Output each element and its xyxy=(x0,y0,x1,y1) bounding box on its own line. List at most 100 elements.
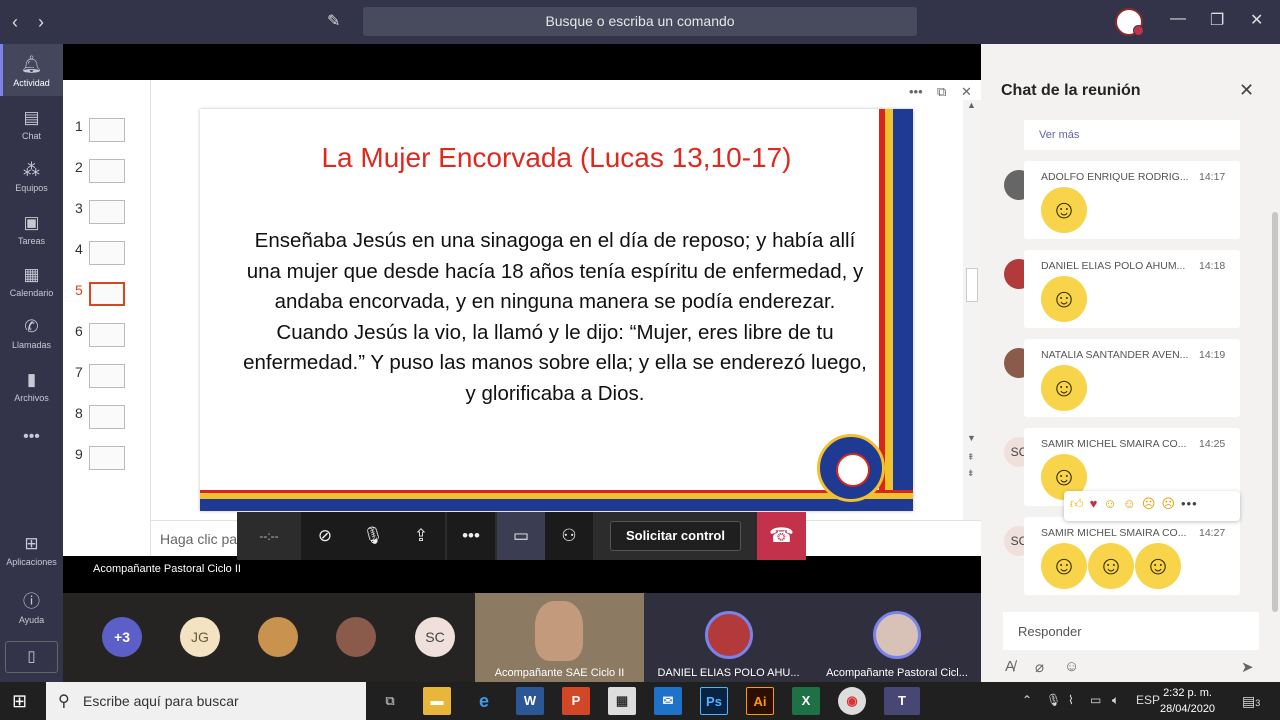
rail-item-assignments[interactable]: ▣ Tareas xyxy=(0,213,63,246)
windows-start-icon[interactable]: ⊞ xyxy=(12,691,27,712)
heart-icon[interactable]: ♥ xyxy=(1090,496,1104,511)
microphone-tray-icon[interactable]: 🎙︎ xyxy=(1046,693,1061,707)
device-icon[interactable]: ▯ xyxy=(5,641,58,673)
participant-avatar[interactable]: SC xyxy=(415,617,455,657)
mail-icon[interactable]: ✉ xyxy=(654,687,682,715)
participants-strip: +3 JG SC Acompañante SAE Ciclo II DANIEL… xyxy=(63,593,981,682)
next-slide-icon[interactable]: ⇟ xyxy=(967,468,975,479)
task-view-icon[interactable]: ⧉ xyxy=(376,687,404,715)
rail-item-teams[interactable]: ⁂ Equipos xyxy=(0,160,63,193)
laugh-icon[interactable]: ☺ xyxy=(1103,496,1122,511)
more-options-icon[interactable]: ••• xyxy=(909,84,923,99)
hang-up-icon[interactable]: ☎︎ xyxy=(757,512,806,560)
participant-avatar[interactable] xyxy=(258,617,298,657)
wifi-icon[interactable]: ⌇ xyxy=(1068,693,1074,707)
slide-thumb-8[interactable]: 8 xyxy=(73,405,143,435)
scroll-up-icon[interactable]: ▲ xyxy=(967,100,976,110)
participant-video-tile[interactable]: Acompañante SAE Ciclo II xyxy=(475,593,644,682)
rail-item-activity[interactable]: 🔔︎ Actividad xyxy=(0,44,63,96)
close-chat-icon[interactable]: ✕ xyxy=(1239,80,1254,101)
word-icon[interactable]: W xyxy=(516,687,544,715)
more-actions-icon[interactable]: ••• xyxy=(447,512,495,560)
command-search-box[interactable]: Busque o escriba un comando xyxy=(363,7,917,36)
edge-icon[interactable]: e xyxy=(470,687,498,715)
chat-message[interactable]: ADOLFO ENRIQUE RODRIG... 14:17 ☺ xyxy=(1024,161,1240,239)
rail-item-calendar[interactable]: ▦ Calendario xyxy=(0,265,63,298)
taskbar-search[interactable]: ⚲ Escribe aquí para buscar xyxy=(46,682,366,720)
participant-avatar[interactable] xyxy=(336,617,376,657)
show-chat-icon[interactable]: ▭ xyxy=(497,512,545,560)
scroll-down-icon[interactable]: ▼ xyxy=(967,433,976,443)
format-icon[interactable]: A̸ xyxy=(1005,658,1015,675)
chrome-icon[interactable]: ◉ xyxy=(838,687,866,715)
chat-scrollbar[interactable] xyxy=(1272,212,1278,612)
forward-arrow-icon[interactable]: › xyxy=(38,12,44,33)
rail-item-files[interactable]: ▮ Archivos xyxy=(0,370,63,403)
illustrator-icon[interactable]: Ai xyxy=(746,687,774,715)
sad-icon[interactable]: ☹ xyxy=(1142,496,1162,511)
participant-tile[interactable]: Acompañante Pastoral Cicl... xyxy=(813,593,981,682)
popout-icon[interactable]: ⧉ xyxy=(937,84,946,100)
share-screen-icon[interactable]: ⇪ xyxy=(397,512,445,560)
emoji-icon[interactable]: ☺ xyxy=(1064,658,1079,675)
chat-message[interactable]: NATALIA SANTANDER AVEN... 14:19 ☺ xyxy=(1024,339,1240,417)
close-window-icon[interactable]: ✕ xyxy=(1250,10,1263,30)
prev-slide-icon[interactable]: ⇞ xyxy=(967,452,975,463)
mic-muted-icon[interactable]: 🎙︎ xyxy=(349,512,397,560)
smiley-emoji-icon: ☺ xyxy=(1041,276,1087,322)
show-participants-icon[interactable]: ⚇ xyxy=(545,512,593,560)
back-arrow-icon[interactable]: ‹ xyxy=(12,12,18,33)
new-chat-compose-icon[interactable]: ✎ xyxy=(327,11,340,31)
maximize-icon[interactable]: ❐ xyxy=(1210,10,1224,30)
slide-thumb-3[interactable]: 3 xyxy=(73,200,143,230)
network-icon[interactable]: ▭ xyxy=(1090,693,1101,707)
system-clock[interactable]: 2:32 p. m. 28/04/2020 xyxy=(1160,685,1215,717)
request-control-button[interactable]: Solicitar control xyxy=(610,521,741,551)
rail-item-calls[interactable]: ✆ Llamadas xyxy=(0,317,63,350)
store-icon[interactable]: ▦ xyxy=(608,687,636,715)
see-more-link[interactable]: Ver más xyxy=(1024,120,1240,150)
photoshop-icon[interactable]: Ps xyxy=(700,687,728,715)
slide-thumb-7[interactable]: 7 xyxy=(73,364,143,394)
rail-item-chat[interactable]: ▤ Chat xyxy=(0,108,63,141)
slide-thumb-2[interactable]: 2 xyxy=(73,159,143,189)
close-presentation-icon[interactable]: ✕ xyxy=(961,84,972,100)
participant-avatar[interactable]: JG xyxy=(180,617,220,657)
teams-taskbar-icon[interactable]: T xyxy=(884,687,920,715)
angry-icon[interactable]: ☹ xyxy=(1161,496,1181,511)
slide-thumb-4[interactable]: 4 xyxy=(73,241,143,271)
rail-item-help[interactable]: ⓘ Ayuda xyxy=(0,587,63,625)
more-apps-ellipsis-icon[interactable]: ••• xyxy=(0,428,63,446)
slide-thumb-9[interactable]: 9 xyxy=(73,446,143,476)
excel-icon[interactable]: X xyxy=(792,687,820,715)
more-participants-badge[interactable]: +3 xyxy=(102,617,142,657)
scroll-thumb[interactable] xyxy=(966,268,978,302)
school-seal-logo xyxy=(817,434,885,502)
file-explorer-icon[interactable]: ▬ xyxy=(423,687,451,715)
chat-message[interactable]: SAMIR MICHEL SMAIRA CO... 14:27 ☺ ☺ ☺ xyxy=(1024,517,1240,595)
participant-avatar xyxy=(873,611,921,659)
attach-icon[interactable]: ⌀ xyxy=(1035,658,1044,676)
surprised-icon[interactable]: ☺ xyxy=(1123,496,1142,511)
rail-item-apps[interactable]: ⊞ Aplicaciones xyxy=(0,534,63,567)
participant-tile[interactable]: DANIEL ELIAS POLO AHU... xyxy=(644,593,813,682)
slide-thumb-1[interactable]: 1 xyxy=(73,118,143,148)
help-icon: ⓘ xyxy=(23,592,40,611)
minimize-icon[interactable]: — xyxy=(1170,10,1186,28)
notifications-icon[interactable]: ▤3 xyxy=(1242,693,1260,710)
current-slide: La Mujer Encorvada (Lucas 13,10-17) Ense… xyxy=(200,109,913,511)
send-icon[interactable]: ➤ xyxy=(1241,658,1254,676)
slide-thumb-5[interactable]: 5 xyxy=(73,282,143,312)
slide-thumb-6[interactable]: 6 xyxy=(73,323,143,353)
profile-avatar[interactable] xyxy=(1115,8,1144,36)
reply-input[interactable]: Responder xyxy=(1003,612,1259,650)
chat-message[interactable]: DANIEL ELIAS POLO AHUM... 14:18 ☺ xyxy=(1024,250,1240,328)
slide-scrollbar[interactable]: ▲ ▼ ⇞ ⇟ xyxy=(963,100,981,520)
more-reactions-icon[interactable]: ••• xyxy=(1181,496,1198,511)
camera-off-icon[interactable]: ⊘ xyxy=(301,512,349,560)
volume-icon[interactable]: 🔈︎ xyxy=(1112,693,1119,708)
language-indicator[interactable]: ESP xyxy=(1136,693,1160,707)
powerpoint-icon[interactable]: P xyxy=(562,687,590,715)
show-hidden-icons-icon[interactable]: ⌃ xyxy=(1022,693,1032,707)
like-icon[interactable]: 👍︎ xyxy=(1070,496,1090,511)
